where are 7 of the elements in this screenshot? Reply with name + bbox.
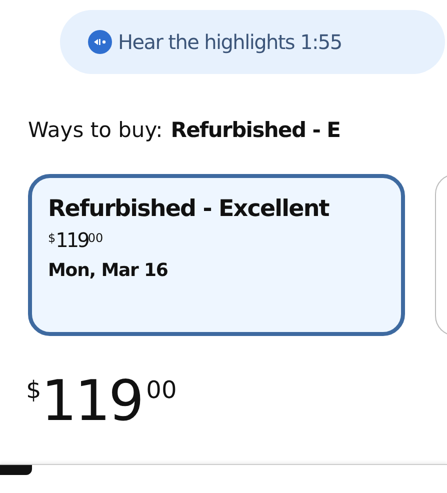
delivery-date: Mon, Mar 16 <box>48 260 169 281</box>
audio-highlights-button[interactable]: Hear the highlights 1:55 <box>60 10 445 74</box>
ways-to-buy-label: Ways to buy: <box>28 118 163 142</box>
option-title: Refurbished - Excellent <box>48 196 330 222</box>
dark-bar <box>0 465 32 475</box>
selected-condition: Refurbished - E <box>170 118 340 142</box>
audio-icon <box>88 30 112 54</box>
